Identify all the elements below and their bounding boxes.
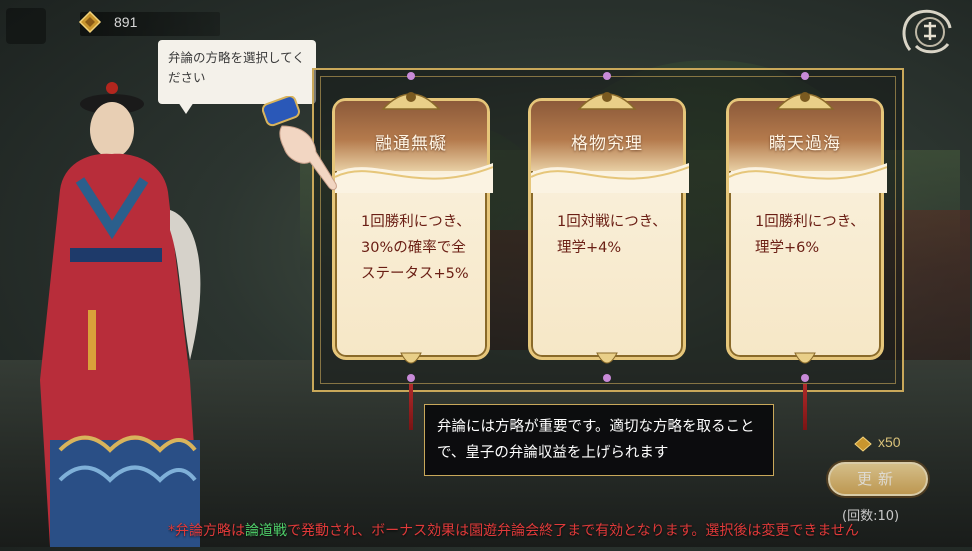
ornament-icon xyxy=(400,352,422,364)
ornament-icon xyxy=(775,92,835,110)
footer-highlight: 論道戦 xyxy=(245,523,287,539)
bead-icon xyxy=(407,72,415,80)
prince-character xyxy=(40,80,240,548)
card-title: 格物究理 xyxy=(571,134,643,154)
ornament-icon xyxy=(381,92,441,110)
currency-value: 891 xyxy=(114,14,138,30)
bead-icon xyxy=(603,72,611,80)
game-logo-icon xyxy=(902,9,952,54)
refresh-button[interactable]: 更新 xyxy=(828,462,928,496)
speech-bubble: 弁論の方略を選択してください xyxy=(158,40,316,104)
card-text: 1回勝利につき、理学+6% xyxy=(755,214,865,256)
ornament-icon xyxy=(794,352,816,364)
tassel-icon xyxy=(803,384,807,430)
card-title: 融通無礙 xyxy=(375,134,447,154)
bead-icon xyxy=(603,374,611,382)
ornament-icon xyxy=(596,352,618,364)
speech-bubble-tail xyxy=(178,102,194,114)
bead-icon xyxy=(801,374,809,382)
strategy-card-2[interactable]: 格物究理 1回対戦につき、理学+4% xyxy=(528,92,689,364)
footer-note: *弁論方略は論道戦で発動され、ボーナス効果は園遊弁論会終了まで有効となります。選… xyxy=(168,523,859,539)
strategy-card-3[interactable]: 瞞天過海 1回勝利につき、理学+6% xyxy=(726,92,887,364)
ornament-icon xyxy=(577,92,637,110)
card-text: 1回勝利につき、30%の確率で全ステータス+5% xyxy=(361,214,471,282)
gem-icon xyxy=(78,10,102,34)
bead-icon xyxy=(407,374,415,382)
pointing-hand-icon xyxy=(262,96,337,191)
refresh-cost: x50 xyxy=(878,434,901,450)
info-box: 弁論には方略が重要です。適切な方略を取ることで、皇子の弁論収益を上げられます xyxy=(424,404,774,476)
strategy-card-1[interactable]: 融通無礙 1回勝利につき、30%の確率で全ステータス+5% xyxy=(332,92,493,364)
tassel-icon xyxy=(409,384,413,430)
gem-icon xyxy=(854,436,872,452)
card-title: 瞞天過海 xyxy=(769,134,841,154)
menu-button[interactable] xyxy=(6,8,46,44)
card-text: 1回対戦につき、理学+4% xyxy=(557,214,667,256)
bead-icon xyxy=(801,72,809,80)
